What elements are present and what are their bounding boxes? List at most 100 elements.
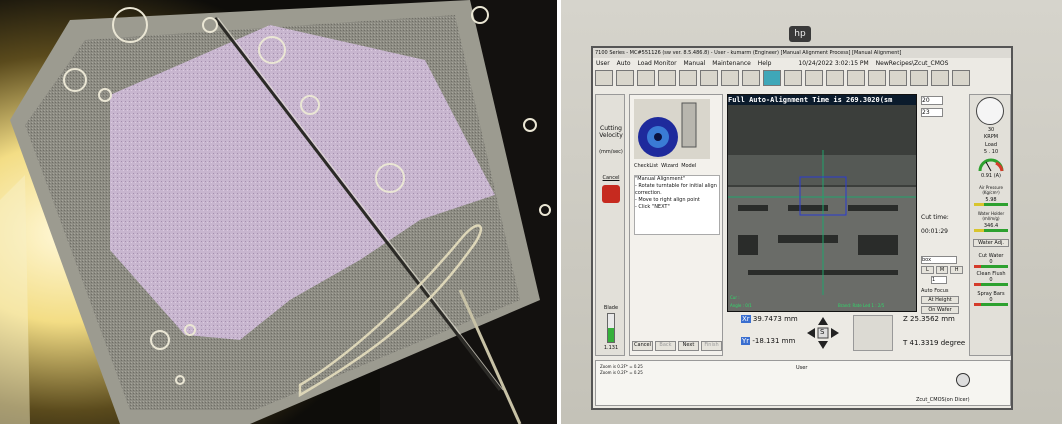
toolbar-icon-5[interactable] bbox=[679, 70, 697, 86]
menu-auto[interactable]: Auto bbox=[617, 60, 631, 67]
toolbar-icon-10[interactable] bbox=[784, 70, 802, 86]
toolbar-icon-3[interactable] bbox=[637, 70, 655, 86]
wizard-cancel-button[interactable]: Cancel bbox=[632, 341, 653, 351]
toolbar-icon-11[interactable] bbox=[805, 70, 823, 86]
yr-label: Yr bbox=[741, 337, 751, 345]
water-adj-button[interactable]: Water Adj. bbox=[973, 239, 1009, 247]
toolbar-icon-2[interactable] bbox=[616, 70, 634, 86]
t-label: T bbox=[903, 339, 908, 347]
yr-readout: Yr -18.131 mm bbox=[741, 337, 801, 348]
menu-maintenance[interactable]: Maintenance bbox=[712, 60, 751, 67]
toolbar-icon-12[interactable] bbox=[826, 70, 844, 86]
user-label: User bbox=[796, 365, 808, 371]
load-scale: 5 . 10 bbox=[983, 149, 999, 155]
air-pressure-label: Air Pressure (Kg/cm²) bbox=[979, 185, 1003, 195]
spindle-dial-icon bbox=[976, 97, 1004, 125]
window-title: 7100 Series - MC#551126 (sw ver. 8.5.486… bbox=[593, 48, 1011, 58]
gauge-column: 30 KRPM Load 5 . 10 0.91 (A) Air Pressur… bbox=[969, 94, 1011, 356]
xr-label: Xr bbox=[741, 315, 751, 323]
tab-model[interactable]: Model bbox=[681, 163, 696, 173]
turntable-diagram bbox=[634, 99, 710, 159]
cut-time-value: 00:01:29 bbox=[921, 228, 948, 235]
zoom-line-2: Zoom is 0.2F* = 0.25 bbox=[600, 370, 643, 375]
blade-value: 1.131 bbox=[603, 345, 619, 351]
menu-help[interactable]: Help bbox=[758, 60, 772, 67]
on-wafer-button[interactable]: On Wafer bbox=[921, 306, 959, 314]
toolbar-icon-1[interactable] bbox=[595, 70, 613, 86]
camera-view[interactable]: Full Auto-Alignment Time is 269.3020(sm … bbox=[727, 94, 917, 312]
load-label: Load bbox=[985, 142, 997, 148]
camera-side-controls: 20 23 Cut time: 00:01:29 box L M H 1 Aut… bbox=[921, 94, 965, 316]
spinner-second[interactable]: 23 bbox=[921, 108, 943, 117]
z-value: 25.3562 bbox=[910, 315, 939, 323]
stop-button[interactable] bbox=[602, 185, 620, 203]
xr-unit: mm bbox=[784, 315, 798, 323]
z-label: Z bbox=[903, 315, 908, 323]
microscope-photo bbox=[0, 0, 557, 424]
wizard-next-button[interactable]: Next bbox=[678, 341, 699, 351]
toolbar-icon-15[interactable] bbox=[889, 70, 907, 86]
toolbar-icon-13[interactable] bbox=[847, 70, 865, 86]
hp-logo: hp bbox=[789, 26, 811, 42]
speed-h-button[interactable]: H bbox=[950, 266, 964, 274]
recipe-name: NewRecipes\Zcut_CMOS bbox=[875, 60, 949, 67]
tab-checklist[interactable]: CheckList bbox=[634, 163, 658, 173]
speed-buttons: L M H bbox=[921, 266, 964, 274]
menu-load-monitor[interactable]: Load Monitor bbox=[637, 60, 676, 67]
water-holder-label: Water Holder (ml/m/g) bbox=[977, 211, 1005, 221]
cancel-link[interactable]: Cancel bbox=[599, 175, 623, 182]
toolbar-icon-9[interactable] bbox=[763, 70, 781, 86]
wizard-finish-button[interactable]: Finish bbox=[701, 341, 722, 351]
recipe-footer: Zcut_CMOS(on Dicer) bbox=[916, 397, 970, 403]
cut-water-bar bbox=[974, 265, 1008, 268]
at-height-button[interactable]: At Height bbox=[921, 296, 959, 304]
autofocus-label: Auto Focus bbox=[921, 288, 949, 294]
toolbar-icon-6[interactable] bbox=[700, 70, 718, 86]
toolbar-icon-8[interactable] bbox=[742, 70, 760, 86]
turntable-graphic bbox=[638, 102, 697, 157]
microscope-scene bbox=[0, 0, 557, 424]
toolbar-icon-4[interactable] bbox=[658, 70, 676, 86]
xr-value: 39.7473 bbox=[752, 315, 782, 323]
wizard-panel: CheckList Wizard Model "Manual Alignment… bbox=[629, 94, 723, 356]
camera-angle: Angle : 0/1 bbox=[730, 303, 752, 308]
toolbar-icon-14[interactable] bbox=[868, 70, 886, 86]
water-holder-bar bbox=[974, 229, 1008, 232]
speed-m-button[interactable]: M bbox=[935, 266, 949, 274]
monitor-photo: hp 7100 Series - MC#551126 (sw ver. 8.5.… bbox=[561, 0, 1062, 424]
spinner-top[interactable]: 20 bbox=[921, 96, 943, 105]
krpm-value: 30 bbox=[987, 127, 995, 133]
load-gauge bbox=[978, 157, 1004, 172]
t-unit: degree bbox=[940, 339, 966, 347]
clean-flush-bar bbox=[974, 283, 1008, 286]
load-gauge-graphic bbox=[978, 158, 1004, 172]
z-unit: mm bbox=[941, 315, 955, 323]
wizard-back-button[interactable]: Back bbox=[655, 341, 676, 351]
speed-l-button[interactable]: L bbox=[921, 266, 934, 274]
camera-cursor: Cur : bbox=[730, 295, 740, 300]
spray-bars-bar bbox=[974, 303, 1008, 306]
amps-value: 0.91 (A) bbox=[980, 173, 1002, 179]
z-jog-pad[interactable] bbox=[853, 315, 893, 351]
toolbar-icon-17[interactable] bbox=[931, 70, 949, 86]
toolbar-icon-18[interactable] bbox=[952, 70, 970, 86]
left-control-column: Cutting Velocity (mm/sec) Cancel Blade 1… bbox=[595, 94, 625, 356]
alignment-banner: Full Auto-Alignment Time is 269.3020(sm bbox=[728, 95, 916, 105]
screen: 7100 Series - MC#551126 (sw ver. 8.5.486… bbox=[591, 46, 1013, 410]
camera-image bbox=[728, 95, 916, 311]
index-value[interactable]: 1 bbox=[931, 276, 947, 284]
cutting-velocity-label: Cutting Velocity bbox=[599, 125, 623, 139]
toolbar-icon-16[interactable] bbox=[910, 70, 928, 86]
menu-manual[interactable]: Manual bbox=[684, 60, 706, 67]
yr-value: -18.131 bbox=[752, 337, 780, 345]
datetime: 10/24/2022 3:02:15 PM bbox=[798, 60, 869, 67]
index-select[interactable]: box bbox=[921, 256, 957, 264]
tab-wizard[interactable]: Wizard bbox=[661, 163, 678, 173]
wizard-instructions: "Manual Alignment" - Rotate turntable fo… bbox=[634, 175, 720, 235]
xy-jog-pad[interactable]: S bbox=[805, 315, 841, 351]
air-pressure-bar bbox=[974, 203, 1008, 206]
z-readout: Z 25.3562 mm bbox=[903, 316, 973, 326]
menu-user[interactable]: User bbox=[596, 60, 610, 67]
disc-icon bbox=[956, 373, 970, 387]
toolbar-icon-7[interactable] bbox=[721, 70, 739, 86]
